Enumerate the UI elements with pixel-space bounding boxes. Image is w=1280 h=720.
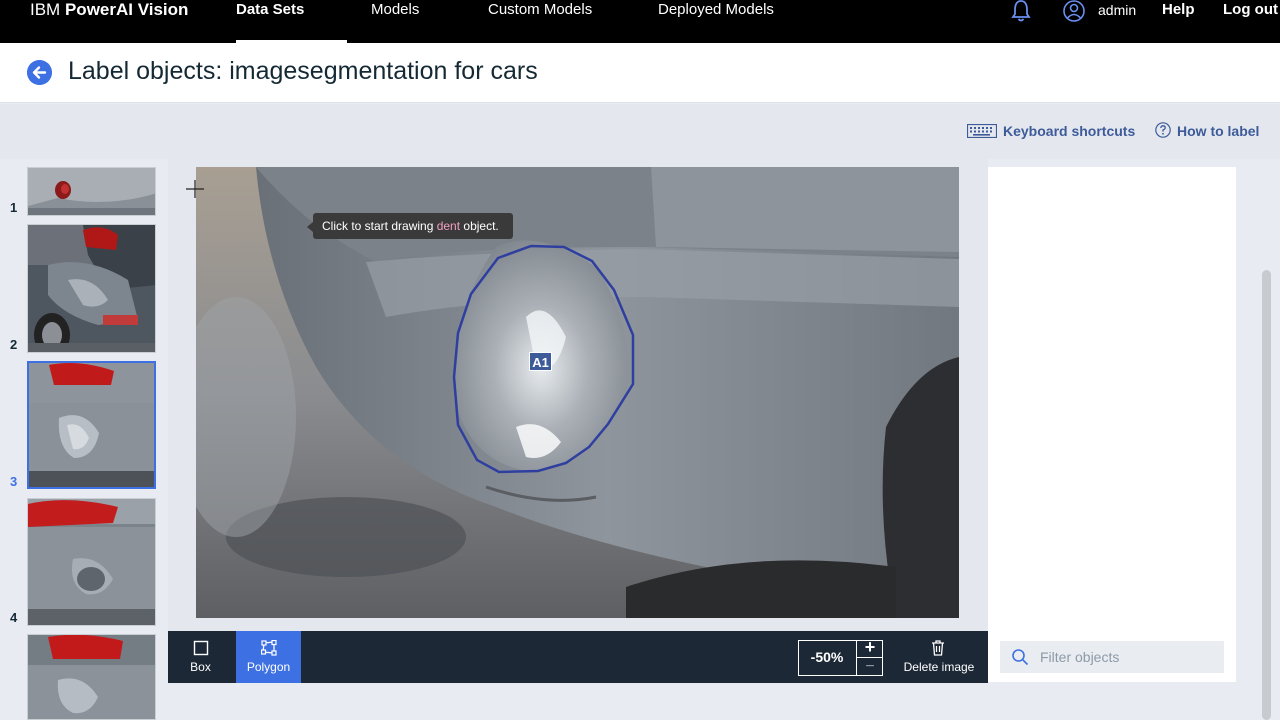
keyboard-shortcuts-link[interactable]: Keyboard shortcuts [1003, 122, 1135, 140]
logout-link[interactable]: Log out [1223, 0, 1278, 20]
top-nav: IBM PowerAI Vision Data Sets Models Cust… [0, 0, 1280, 43]
car-thumbnail-image [28, 225, 155, 352]
box-tool-button[interactable]: Box [168, 631, 233, 683]
keyboard-icon[interactable] [967, 124, 997, 138]
polygon-tool-label: Polygon [246, 660, 291, 674]
thumbnail-number: 3 [10, 474, 18, 489]
car-thumbnail-image [28, 168, 155, 215]
filter-objects-input[interactable] [1040, 641, 1220, 673]
crosshair-cursor-icon [186, 180, 204, 198]
zoom-out-button[interactable]: − [857, 657, 883, 675]
tooltip-object-name: dent [436, 219, 461, 233]
zoom-in-button[interactable]: + [857, 638, 883, 656]
thumbnail-image-5[interactable] [27, 634, 156, 720]
title-bar: Label objects: imagesegmentation for car… [0, 43, 1280, 103]
square-icon [193, 640, 208, 656]
tooltip-text-end: object. [460, 219, 499, 233]
question-icon[interactable] [1155, 122, 1171, 138]
thumbnail-image-3-selected[interactable] [27, 361, 156, 489]
car-thumbnail-image [28, 499, 155, 625]
notification-bell-icon[interactable] [1010, 0, 1032, 22]
brand-ibm: IBM [30, 0, 61, 19]
car-thumbnail-image [29, 363, 154, 487]
thumbnail-number: 4 [10, 610, 18, 625]
thumbnail-image-2[interactable] [27, 224, 156, 353]
zoom-level: -50% [810, 649, 844, 665]
annotation-label[interactable]: A1 [529, 352, 552, 371]
nav-tab-models[interactable]: Models [371, 0, 419, 20]
labeling-canvas[interactable] [196, 167, 959, 618]
user-name[interactable]: admin [1098, 0, 1136, 20]
delete-image-button[interactable]: Delete image [897, 660, 981, 674]
car-thumbnail-image [28, 635, 155, 719]
brand-product: PowerAI Vision [64, 0, 189, 19]
polygon-tool-button[interactable]: Polygon [236, 631, 301, 683]
user-avatar-icon[interactable] [1063, 0, 1085, 22]
thumbnail-number: 2 [10, 337, 18, 352]
search-icon [1012, 649, 1029, 666]
thumbnail-number: 1 [10, 200, 18, 215]
tooltip-text: Click to start drawing [322, 219, 437, 233]
trash-icon[interactable] [931, 640, 945, 656]
thumbnail-image-1[interactable] [27, 167, 156, 216]
brand-logo[interactable]: IBM PowerAI Vision [30, 0, 188, 20]
help-bar: Keyboard shortcuts How to label [0, 104, 1280, 159]
box-tool-label: Box [190, 660, 211, 674]
thumbnail-image-4[interactable] [27, 498, 156, 626]
car-dent-photo [196, 167, 959, 618]
page-title: Label objects: imagesegmentation for car… [68, 57, 538, 85]
polygon-icon [260, 640, 277, 656]
nav-tab-custom-models[interactable]: Custom Models [488, 0, 592, 20]
drawing-tooltip: Click to start drawing dent object. [307, 213, 513, 239]
nav-tab-data-sets[interactable]: Data Sets [236, 0, 304, 20]
help-link[interactable]: Help [1162, 0, 1195, 20]
nav-tab-deployed-models[interactable]: Deployed Models [658, 0, 774, 20]
page-scrollbar[interactable] [1262, 270, 1271, 720]
how-to-label-link[interactable]: How to label [1177, 122, 1259, 140]
back-arrow-icon[interactable] [27, 60, 52, 85]
objects-panel [988, 167, 1236, 682]
